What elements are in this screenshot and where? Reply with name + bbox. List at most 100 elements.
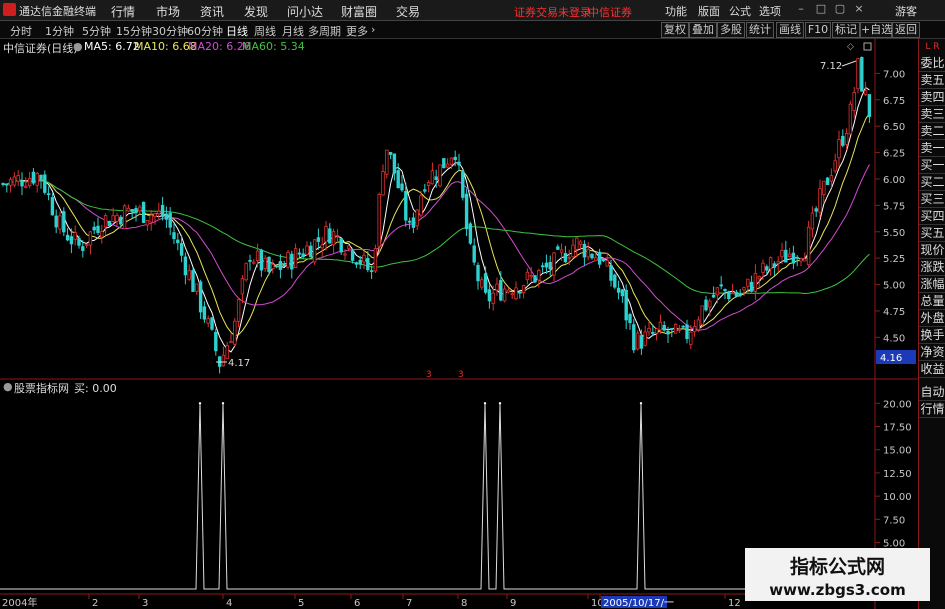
panel-item-11[interactable]: 现价 <box>919 242 945 259</box>
panel-item-9[interactable]: 买四 <box>919 208 945 225</box>
panel-item-4[interactable]: 卖二 <box>919 123 945 140</box>
stats-button[interactable]: 统计 <box>746 22 774 38</box>
panel-item-15[interactable]: 外盘 <box>919 310 945 327</box>
panel-extra-0[interactable]: 自动 <box>919 384 945 401</box>
chevron-right-icon[interactable]: › <box>371 23 375 36</box>
panel-item-6[interactable]: 买一 <box>919 157 945 174</box>
menu-layout[interactable]: 版面 <box>698 3 720 19</box>
panel-item-8[interactable]: 买三 <box>919 191 945 208</box>
candle-body <box>328 228 332 244</box>
candle-body <box>267 256 271 273</box>
period-multi[interactable]: 多周期 <box>308 23 341 39</box>
candle-body <box>860 57 864 92</box>
candle-body <box>442 158 446 169</box>
panel-item-0[interactable]: 委比 <box>919 55 945 72</box>
candle-body <box>404 191 408 221</box>
panel-item-17[interactable]: 净资 <box>919 344 945 361</box>
menu-quotes[interactable]: 行情 <box>111 3 135 20</box>
panel-item-10[interactable]: 买五 <box>919 225 945 242</box>
candle-body <box>582 243 587 258</box>
panel-item-1[interactable]: 卖五 <box>919 72 945 89</box>
date-label: 3 <box>142 598 148 609</box>
candle-body <box>297 252 302 255</box>
candle-body <box>491 292 495 304</box>
menu-functions[interactable]: 功能 <box>665 3 687 19</box>
minimize-icon[interactable]: – <box>795 3 807 15</box>
period-1min[interactable]: 1分钟 <box>45 23 74 39</box>
price-tick-label: 6.75 <box>883 96 905 107</box>
indicator-toggle-icon[interactable]: ● <box>3 380 13 393</box>
candle-body <box>69 236 74 245</box>
candle-body <box>354 262 359 265</box>
menu-discover[interactable]: 发现 <box>244 3 268 20</box>
candle-body <box>723 289 727 292</box>
panel-item-18[interactable]: 收益 <box>919 361 945 378</box>
candle-body <box>81 246 85 251</box>
signal-peak <box>221 402 225 405</box>
candle-body <box>187 270 191 280</box>
menu-wealth-circle[interactable]: 财富圈 <box>341 3 377 20</box>
candle-body <box>548 261 552 270</box>
close-icon[interactable]: × <box>853 3 865 15</box>
menu-ask[interactable]: 问小达 <box>287 3 323 20</box>
candle-body <box>381 171 385 196</box>
period-monthly[interactable]: 月线 <box>282 23 304 39</box>
menu-options[interactable]: 选项 <box>759 3 781 19</box>
candle-body <box>107 220 112 226</box>
candle-body <box>255 250 260 261</box>
settings-diamond-icon[interactable]: ◇ <box>847 42 854 52</box>
panel-header: L R <box>925 42 940 52</box>
panel-item-3[interactable]: 卖三 <box>919 106 945 123</box>
menu-news[interactable]: 资讯 <box>200 3 224 20</box>
panel-item-14[interactable]: 总量 <box>919 293 945 310</box>
maximize-icon[interactable]: ▢ <box>834 3 846 15</box>
adjust-button[interactable]: 复权 <box>661 22 689 38</box>
user-guest[interactable]: 游客 <box>895 3 917 19</box>
kline-chart[interactable]: 7.00 6.75 6.50 6.25 6.00 5.75 5.50 5.25 5.00 4.75… <box>0 39 918 609</box>
panel-item-5[interactable]: 卖一 <box>919 140 945 157</box>
panel-extra-1[interactable]: 行情 <box>919 401 945 418</box>
period-daily[interactable]: 日线 <box>226 23 248 39</box>
period-weekly[interactable]: 周线 <box>254 23 276 39</box>
login-notice[interactable]: 证券交易未登录 <box>514 4 591 20</box>
candle-body <box>784 249 788 263</box>
candle-body <box>689 331 693 345</box>
menu-trade[interactable]: 交易 <box>396 3 420 20</box>
draw-line-button[interactable]: 画线 <box>776 22 804 38</box>
candle-body <box>286 251 290 268</box>
candle-body <box>510 293 514 296</box>
multi-stock-button[interactable]: 多股 <box>717 22 745 38</box>
menu-market[interactable]: 市场 <box>156 3 180 20</box>
period-15min[interactable]: 15分钟 <box>116 23 152 39</box>
period-more[interactable]: 更多 <box>346 23 368 39</box>
add-watchlist-button[interactable]: +自选 <box>860 22 892 38</box>
panel-item-16[interactable]: 换手 <box>919 327 945 344</box>
panel-item-2[interactable]: 卖四 <box>919 89 945 106</box>
period-60min[interactable]: 60分钟 <box>187 23 223 39</box>
candle-body <box>73 232 77 240</box>
candle-body <box>214 331 218 352</box>
f10-button[interactable]: F10 <box>805 22 831 38</box>
period-5min[interactable]: 5分钟 <box>82 23 111 39</box>
overlay-button[interactable]: 叠加 <box>689 22 717 38</box>
candle-body <box>525 271 530 281</box>
menu-formula[interactable]: 公式 <box>729 3 751 19</box>
mark-button[interactable]: 标记 <box>832 22 860 38</box>
info-toggle-icon[interactable]: ● <box>73 40 83 53</box>
candle-body <box>848 103 853 135</box>
broker-name[interactable]: 中信证券 <box>588 4 632 20</box>
panel-item-13[interactable]: 涨幅 <box>919 276 945 293</box>
panel-item-7[interactable]: 买二 <box>919 174 945 191</box>
price-tick-label: 4.75 <box>883 307 905 318</box>
candle-body <box>263 257 267 270</box>
back-button[interactable]: 返回 <box>892 22 920 38</box>
candle-body <box>449 157 454 165</box>
period-intraday[interactable]: 分时 <box>10 23 32 39</box>
restore-icon[interactable]: □ <box>815 3 827 15</box>
candle-body <box>157 210 161 215</box>
panel-item-12[interactable]: 涨跌 <box>919 259 945 276</box>
app-title: 通达信金融终端 <box>19 5 96 18</box>
candle-body <box>806 226 811 266</box>
period-30min[interactable]: 30分钟 <box>152 23 188 39</box>
candle-body <box>791 252 796 264</box>
